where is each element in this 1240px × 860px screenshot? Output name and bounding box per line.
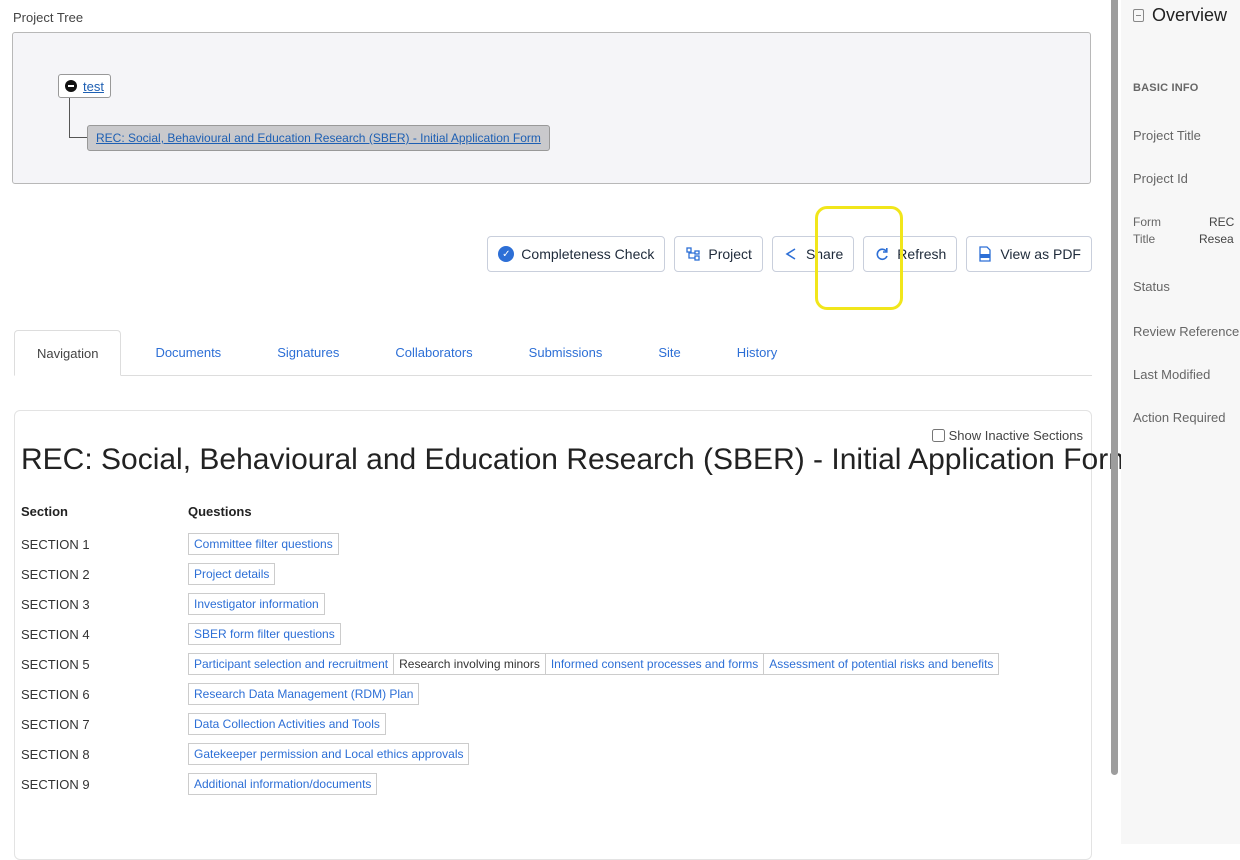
question-group-list: Additional information/documents (188, 773, 378, 795)
overview-title: Overview (1152, 5, 1228, 25)
tab-bar: Navigation Documents Signatures Collabor… (14, 330, 1092, 376)
share-button[interactable]: Share (771, 236, 855, 272)
basic-info-heading: BASIC INFO (1133, 82, 1199, 94)
overview-header: Overview (1133, 5, 1227, 26)
project-button[interactable]: Project (674, 236, 763, 272)
section-row: SECTION 5 Participant selection and recru… (21, 649, 1081, 679)
main-content: Project Tree test REC: Social, Behaviour… (0, 0, 1133, 860)
show-inactive-label: Show Inactive Sections (948, 428, 1083, 443)
question-group-list: Participant selection and recruitment Res… (188, 653, 1000, 675)
section-name: SECTION 7 (21, 716, 90, 732)
question-group-link[interactable]: Additional information/documents (188, 773, 378, 795)
question-group-link[interactable]: Research involving minors (394, 653, 546, 675)
form-title-value-line2: Resea (1199, 232, 1234, 246)
question-group-link[interactable]: Participant selection and recruitment (188, 653, 395, 675)
action-toolbar: ✓ Completeness Check Project Share Refre… (487, 236, 1092, 272)
section-row: SECTION 9 Additional information/document… (21, 769, 1081, 799)
completeness-check-label: Completeness Check (521, 246, 655, 262)
project-id-label: Project Id (1133, 171, 1188, 186)
refresh-label: Refresh (897, 246, 947, 262)
project-tree-label: Project Tree (13, 10, 84, 25)
section-name: SECTION 4 (21, 626, 90, 642)
question-group-link[interactable]: SBER form filter questions (188, 623, 341, 645)
tab-history[interactable]: History (715, 329, 799, 375)
share-label: Share (805, 246, 844, 262)
hierarchy-icon (685, 246, 701, 262)
section-row: SECTION 6 Research Data Management (RDM) … (21, 679, 1081, 709)
question-group-link[interactable]: Project details (188, 563, 276, 585)
view-pdf-button[interactable]: View as PDF (966, 236, 1092, 272)
show-inactive-toggle[interactable]: Show Inactive Sections (931, 428, 1083, 443)
tree-child-node[interactable]: REC: Social, Behavioural and Education R… (87, 125, 550, 151)
tree-child-link[interactable]: REC: Social, Behavioural and Education R… (96, 131, 541, 145)
question-group-list: Data Collection Activities and Tools (188, 713, 386, 735)
question-group-link[interactable]: Data Collection Activities and Tools (188, 713, 386, 735)
form-title-label-line1: Form (1133, 215, 1161, 229)
project-tree-panel: test REC: Social, Behavioural and Educat… (12, 32, 1091, 184)
section-row: SECTION 3 Investigator information (21, 589, 1081, 619)
section-row: SECTION 4 SBER form filter questions (21, 619, 1081, 649)
overview-panel: Overview BASIC INFO Project Title Projec… (1121, 0, 1240, 844)
question-group-list: Investigator information (188, 593, 325, 615)
section-row: SECTION 8 Gatekeeper permission and Local… (21, 739, 1081, 769)
tab-collaborators[interactable]: Collaborators (373, 329, 494, 375)
view-pdf-label: View as PDF (1000, 246, 1081, 262)
section-name: SECTION 5 (21, 656, 90, 672)
tab-signatures[interactable]: Signatures (255, 329, 361, 375)
project-label: Project (708, 246, 752, 262)
tree-connector (69, 98, 87, 138)
pdf-file-icon (977, 246, 993, 262)
section-name: SECTION 9 (21, 776, 90, 792)
section-name: SECTION 2 (21, 566, 90, 582)
form-navigation-card: Show Inactive Sections REC: Social, Beha… (14, 410, 1133, 860)
section-name: SECTION 1 (21, 536, 90, 552)
section-name: SECTION 8 (21, 746, 90, 762)
page-scrollbar[interactable] (1111, 0, 1118, 775)
section-row: SECTION 7 Data Collection Activities and … (21, 709, 1081, 739)
question-group-list: SBER form filter questions (188, 623, 341, 645)
question-group-link[interactable]: Gatekeeper permission and Local ethics a… (188, 743, 470, 765)
tab-site[interactable]: Site (636, 329, 702, 375)
question-group-list: Gatekeeper permission and Local ethics a… (188, 743, 470, 765)
questions-column-header: Questions (188, 504, 252, 519)
share-icon (783, 246, 799, 262)
form-title: REC: Social, Behavioural and Education R… (21, 443, 1134, 476)
refresh-button[interactable]: Refresh (863, 236, 958, 272)
form-title-label-line2: Title (1133, 232, 1156, 246)
question-group-list: Committee filter questions (188, 533, 339, 555)
question-group-list: Research Data Management (RDM) Plan (188, 683, 420, 705)
tab-documents[interactable]: Documents (133, 329, 243, 375)
section-name: SECTION 3 (21, 596, 90, 612)
question-group-link[interactable]: Assessment of potential risks and benefi… (764, 653, 1000, 675)
tab-navigation[interactable]: Navigation (14, 330, 122, 376)
collapse-icon[interactable] (65, 80, 77, 92)
section-name: SECTION 6 (21, 686, 90, 702)
tree-root-link[interactable]: test (83, 79, 104, 94)
check-circle-icon: ✓ (498, 246, 515, 262)
section-row: SECTION 1 Committee filter questions (21, 529, 1081, 559)
question-group-list: Project details (188, 563, 276, 585)
tab-submissions[interactable]: Submissions (507, 329, 625, 375)
refresh-icon (874, 246, 890, 262)
tree-root-node[interactable]: test (58, 74, 111, 98)
section-column-header: Section (21, 504, 68, 519)
section-list: SECTION 1 Committee filter questions SECTI… (21, 529, 1081, 799)
action-required-label: Action Required (1133, 410, 1226, 425)
question-group-link[interactable]: Investigator information (188, 593, 325, 615)
status-label: Status (1133, 279, 1170, 294)
document-icon (1133, 9, 1144, 22)
question-group-link[interactable]: Informed consent processes and forms (545, 653, 765, 675)
review-reference-label: Review Reference (1133, 324, 1240, 339)
project-title-label: Project Title (1133, 128, 1201, 143)
completeness-check-button[interactable]: ✓ Completeness Check (487, 236, 666, 272)
last-modified-label: Last Modified (1133, 367, 1211, 382)
question-group-link[interactable]: Research Data Management (RDM) Plan (188, 683, 420, 705)
question-group-link[interactable]: Committee filter questions (188, 533, 339, 555)
show-inactive-checkbox[interactable] (931, 429, 945, 442)
form-title-value-line1: REC (1209, 215, 1235, 229)
section-row: SECTION 2 Project details (21, 559, 1081, 589)
